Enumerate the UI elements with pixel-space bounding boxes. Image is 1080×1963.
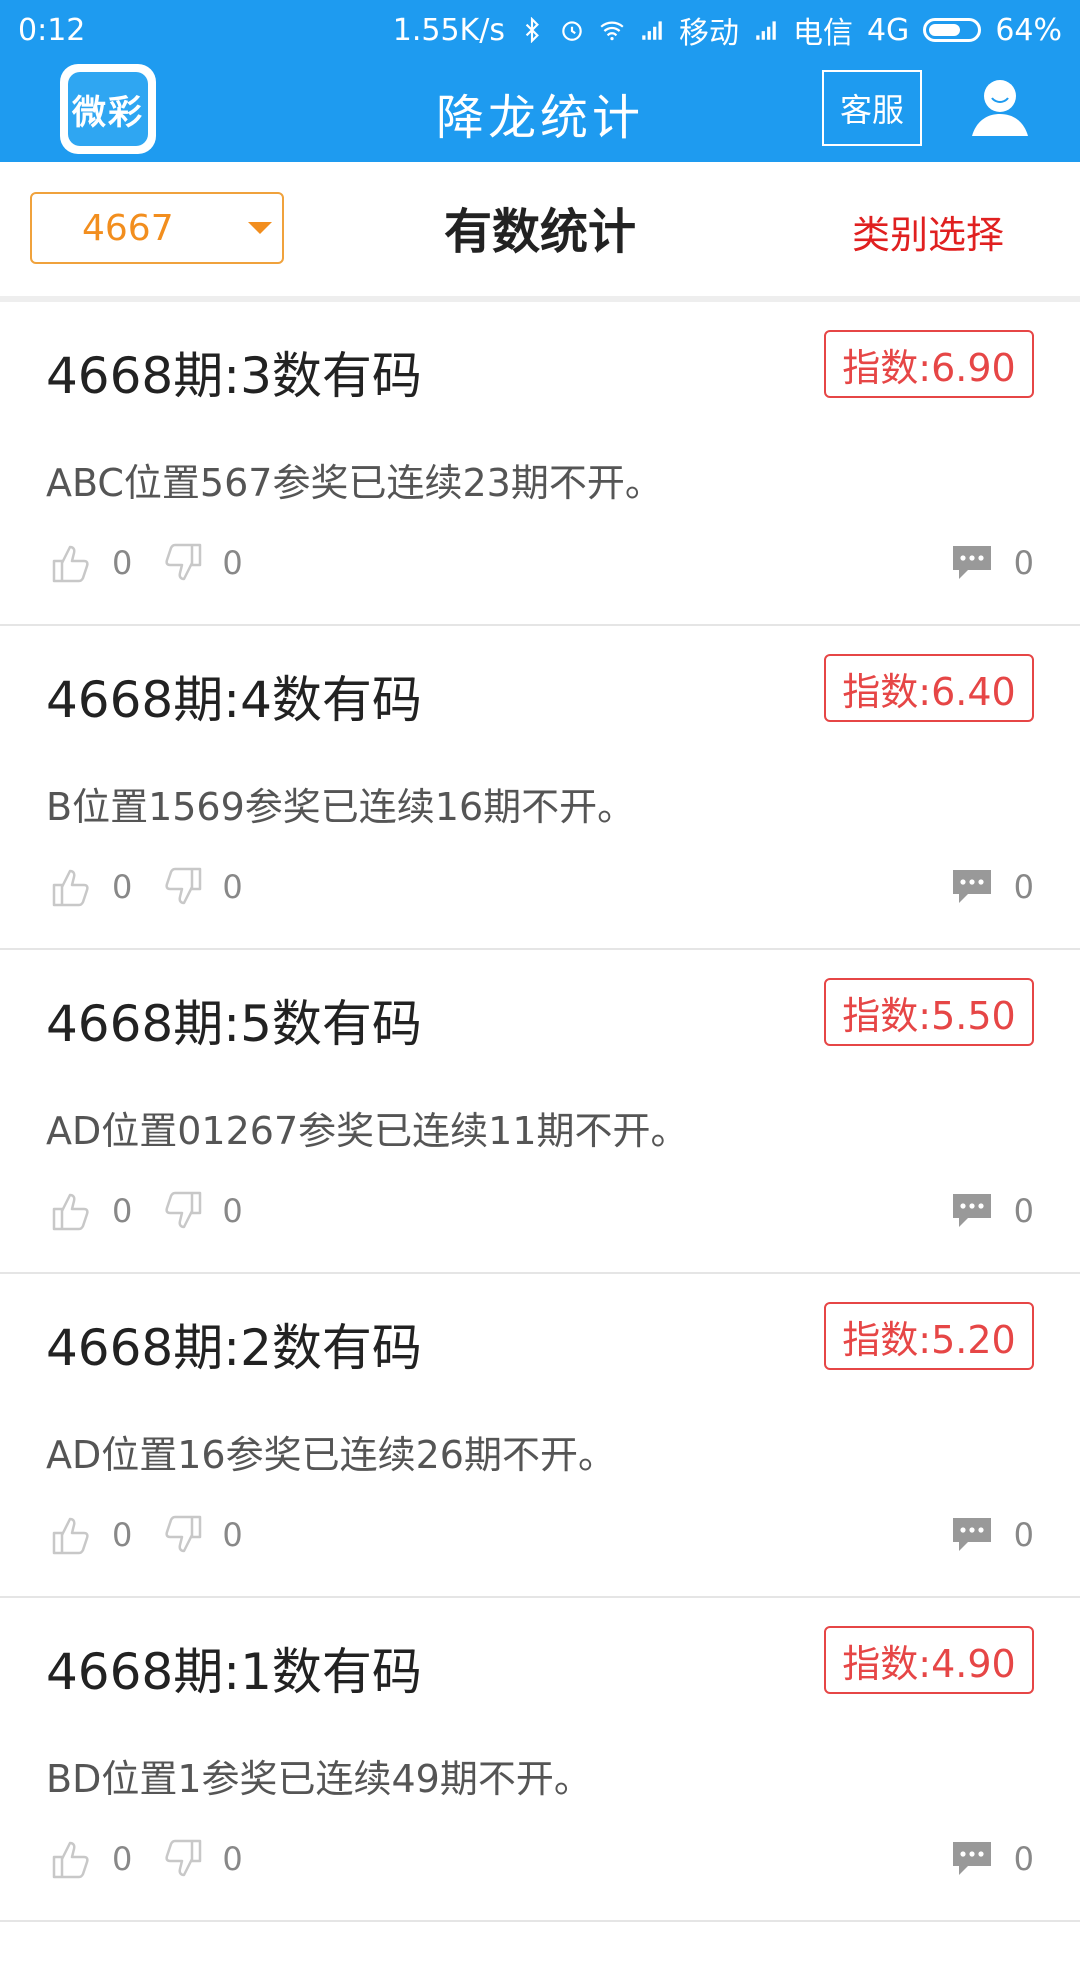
comment-icon xyxy=(952,1842,991,1875)
like-count: 0 xyxy=(112,868,133,906)
signal-icon xyxy=(756,21,776,40)
comment-button[interactable]: 0 xyxy=(950,867,1034,907)
like-button[interactable]: 0 xyxy=(50,541,132,585)
dislike-count: 0 xyxy=(222,1840,243,1878)
list-item[interactable]: 4668期:2数有码 指数:5.20 AD位置16参奖已连续26期不开。 0 0 xyxy=(0,1274,1080,1598)
list-item[interactable]: 4668期:3数有码 指数:6.90 ABC位置567参奖已连续23期不开。 0… xyxy=(0,302,1080,626)
comment-button[interactable]: 0 xyxy=(950,1839,1034,1879)
comment-button[interactable]: 0 xyxy=(950,543,1034,583)
stats-list: 4668期:3数有码 指数:6.90 ABC位置567参奖已连续23期不开。 0… xyxy=(0,302,1080,1922)
comment-button[interactable]: 0 xyxy=(950,1191,1034,1231)
list-item[interactable]: 4668期:1数有码 指数:4.90 BD位置1参奖已连续49期不开。 0 0 xyxy=(0,1598,1080,1922)
dislike-button[interactable]: 0 xyxy=(160,541,243,585)
comment-count: 0 xyxy=(1013,868,1034,906)
item-description: BD位置1参奖已连续49期不开。 xyxy=(46,1757,592,1801)
thumbs-down-icon xyxy=(165,1515,202,1553)
comment-icon xyxy=(952,546,991,579)
status-icons: 1.55K/s 移动 电信 4G 64% xyxy=(393,8,1062,52)
wifi-icon xyxy=(600,21,624,41)
comment-icon xyxy=(952,1194,991,1227)
dislike-button[interactable]: 0 xyxy=(160,1513,243,1557)
item-heading: 4668期:3数有码 xyxy=(46,347,422,405)
like-count: 0 xyxy=(112,1840,133,1878)
like-button[interactable]: 0 xyxy=(50,865,132,909)
index-badge: 指数:5.20 xyxy=(824,1302,1034,1370)
like-count: 0 xyxy=(112,1192,133,1230)
like-button[interactable]: 0 xyxy=(50,1189,132,1233)
carrier-2: 电信 xyxy=(792,16,853,51)
category-select-button[interactable]: 类别选择 xyxy=(852,204,1004,259)
like-button[interactable]: 0 xyxy=(50,1837,132,1881)
network-type: 4G xyxy=(866,12,910,48)
dislike-button[interactable]: 0 xyxy=(160,1837,243,1881)
signal-icon xyxy=(642,21,662,40)
network-speed: 1.55K/s xyxy=(392,12,505,48)
item-heading: 4668期:4数有码 xyxy=(46,671,422,729)
comment-button[interactable]: 0 xyxy=(950,1515,1034,1555)
alarm-icon xyxy=(562,21,582,41)
dislike-count: 0 xyxy=(222,868,243,906)
thumbs-up-icon xyxy=(52,1193,89,1231)
index-badge: 指数:6.40 xyxy=(824,654,1034,722)
item-description: AD位置16参奖已连续26期不开。 xyxy=(46,1433,616,1477)
list-item[interactable]: 4668期:4数有码 指数:6.40 B位置1569参奖已连续16期不开。 0 … xyxy=(0,626,1080,950)
like-count: 0 xyxy=(112,544,133,582)
carrier-1: 移动 xyxy=(678,16,739,51)
app-header: 微彩 降龙统计 客服 xyxy=(0,60,1080,162)
list-item[interactable]: 4668期:5数有码 指数:5.50 AD位置01267参奖已连续11期不开。 … xyxy=(0,950,1080,1274)
index-badge: 指数:6.90 xyxy=(824,330,1034,398)
item-description: ABC位置567参奖已连续23期不开。 xyxy=(46,461,663,505)
index-badge: 指数:5.50 xyxy=(824,978,1034,1046)
dislike-button[interactable]: 0 xyxy=(160,865,243,909)
item-heading: 4668期:5数有码 xyxy=(46,995,422,1053)
comment-count: 0 xyxy=(1013,1192,1034,1230)
item-description: B位置1569参奖已连续16期不开。 xyxy=(46,785,636,829)
thumbs-up-icon xyxy=(52,1517,89,1555)
dislike-button[interactable]: 0 xyxy=(160,1189,243,1233)
dislike-count: 0 xyxy=(222,1192,243,1230)
dislike-count: 0 xyxy=(222,544,243,582)
thumbs-up-icon xyxy=(52,545,89,583)
item-actions: 0 0 0 xyxy=(50,538,1034,588)
filter-toolbar: 4667 有数统计 类别选择 xyxy=(0,162,1080,302)
item-heading: 4668期:1数有码 xyxy=(46,1643,422,1701)
thumbs-down-icon xyxy=(165,867,202,905)
index-badge: 指数:4.90 xyxy=(824,1626,1034,1694)
customer-service-button[interactable]: 客服 xyxy=(822,70,922,146)
battery-icon xyxy=(923,18,982,42)
item-actions: 0 0 0 xyxy=(50,1186,1034,1236)
item-heading: 4668期:2数有码 xyxy=(46,1319,422,1377)
thumbs-up-icon xyxy=(52,869,89,907)
item-actions: 0 0 0 xyxy=(50,1834,1034,1884)
comment-count: 0 xyxy=(1013,1516,1034,1554)
comment-count: 0 xyxy=(1013,1840,1034,1878)
comment-icon xyxy=(952,870,991,903)
user-avatar-icon[interactable] xyxy=(964,70,1036,142)
dislike-count: 0 xyxy=(222,1516,243,1554)
like-count: 0 xyxy=(112,1516,133,1554)
thumbs-up-icon xyxy=(52,1841,89,1879)
status-bar: 0:12 1.55K/s 移动 电信 4G 64% xyxy=(0,0,1080,60)
like-button[interactable]: 0 xyxy=(50,1513,132,1557)
comment-count: 0 xyxy=(1013,544,1034,582)
thumbs-down-icon xyxy=(165,1191,202,1229)
thumbs-down-icon xyxy=(165,1839,202,1877)
status-time: 0:12 xyxy=(18,12,86,48)
app-top-bar: 0:12 1.55K/s 移动 电信 4G 64% 微彩 降龙统计 客服 xyxy=(0,0,1080,162)
bluetooth-icon xyxy=(525,17,539,43)
item-description: AD位置01267参奖已连续11期不开。 xyxy=(46,1109,689,1153)
item-actions: 0 0 0 xyxy=(50,862,1034,912)
item-actions: 0 0 0 xyxy=(50,1510,1034,1560)
comment-icon xyxy=(952,1518,991,1551)
thumbs-down-icon xyxy=(165,543,202,581)
battery-percent: 64% xyxy=(995,12,1062,48)
